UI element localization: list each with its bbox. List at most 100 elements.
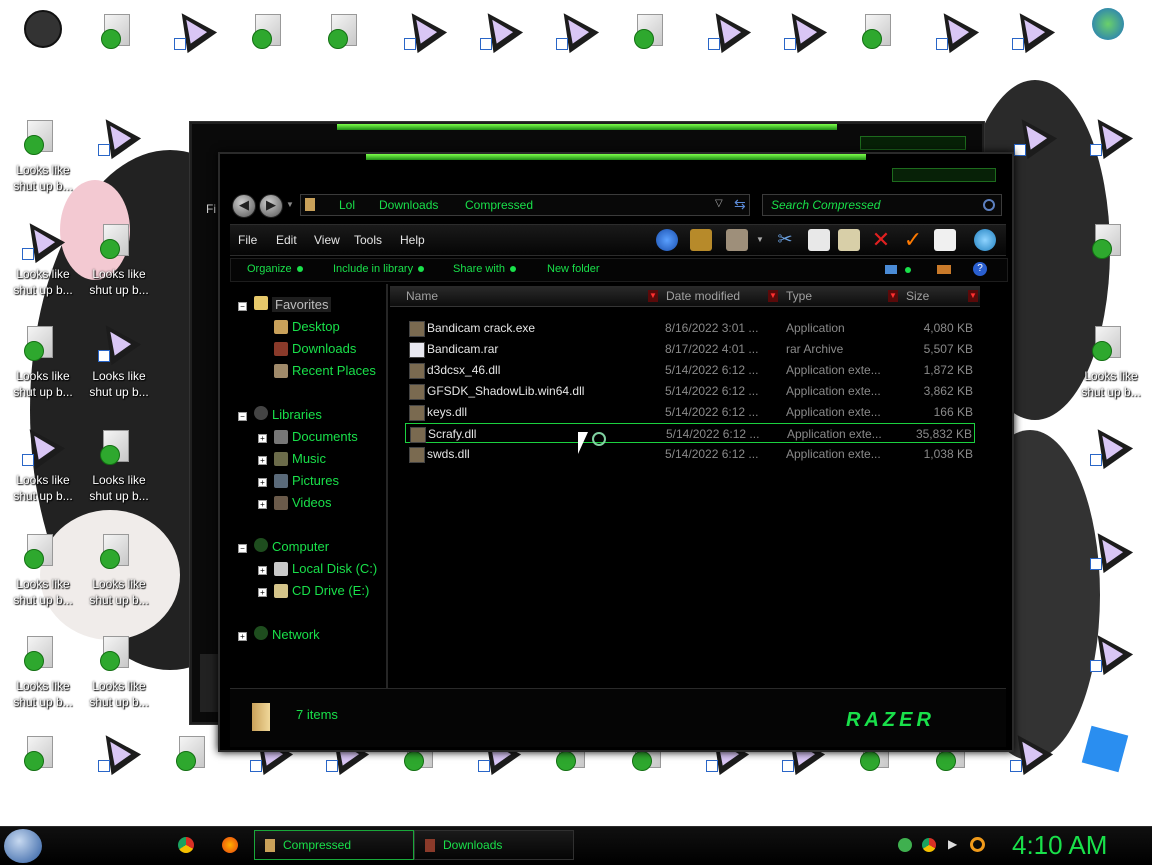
expand-music-icon[interactable]: + [258,456,267,465]
desktop-icon-arrow[interactable]: Looks like shut up b... [84,314,154,406]
back-window-menu[interactable]: Fi [206,202,216,216]
expand-documents-icon[interactable]: + [258,434,267,443]
expand-local-disk-icon[interactable]: + [258,566,267,575]
desktop-icon-arrow[interactable] [542,2,612,94]
desktop-icon-arrow[interactable] [160,2,230,94]
nav-computer[interactable]: Computer [272,539,329,554]
desktop-icon-doc[interactable]: Looks like shut up b... [1076,316,1146,406]
expand-network-icon[interactable]: + [238,632,247,641]
desktop-icon-arrow[interactable] [84,108,154,200]
properties-dropdown-icon[interactable]: ▼ [756,235,764,244]
desktop-icon-doc[interactable] [236,4,306,94]
share-with-button[interactable]: Share with [453,263,516,275]
forward-button[interactable]: ▶ [259,194,283,218]
nav-recent-places[interactable]: Recent Places [292,363,376,378]
chrome-icon[interactable] [178,837,194,853]
tray-search-icon[interactable] [970,837,985,852]
up-folder-icon[interactable] [656,229,678,251]
desktop-icon-doc[interactable]: Looks like shut up b... [84,626,154,716]
explorer-window[interactable]: ◀ ▶ ▼ Lol Downloads Compressed ▽ ⇆ Searc… [218,152,1014,752]
desktop-icon-arrow[interactable]: Looks like shut up b... [8,418,78,510]
column-name[interactable]: Name [406,289,438,303]
copy-icon[interactable] [808,229,830,251]
window-caption-controls[interactable] [860,136,966,150]
desktop-icon-doc[interactable]: Looks like shut up b... [8,110,78,200]
organize-button[interactable]: Organize [247,263,303,275]
nav-documents[interactable]: Documents [292,429,358,444]
email-icon[interactable] [934,229,956,251]
desktop-icon-doc[interactable]: Looks like shut up b... [8,626,78,716]
breadcrumb-compressed[interactable]: Compressed [465,198,533,212]
paste-icon[interactable] [838,229,860,251]
shell-icon[interactable] [974,229,996,251]
checkmark-icon[interactable]: ✓ [902,229,924,251]
search-input[interactable]: Search Compressed [762,194,1002,216]
desktop-icon-arrow[interactable] [84,724,154,816]
file-row[interactable]: keys.dll 5/14/2022 6:12 ... Application … [405,402,975,422]
desktop-icon-arrow[interactable] [998,2,1068,94]
breadcrumb-lol[interactable]: Lol [339,198,355,212]
menu-help[interactable]: Help [400,233,425,247]
desktop-icon-doc[interactable] [1076,214,1146,304]
refresh-icon[interactable]: ⇆ [734,196,746,213]
nav-videos[interactable]: Videos [292,495,332,510]
desktop-icon-arrow[interactable] [1076,418,1146,510]
desktop-icon-doc[interactable]: Looks like shut up b... [84,524,154,614]
cut-icon[interactable]: ✂ [774,229,796,251]
file-row[interactable]: GFSDK_ShadowLib.win64.dll 5/14/2022 6:12… [405,381,975,401]
desktop-icon-doc[interactable] [618,4,688,94]
column-type[interactable]: Type [786,289,812,303]
menu-file[interactable]: File [238,233,257,247]
expand-videos-icon[interactable]: + [258,500,267,509]
include-in-library-button[interactable]: Include in library [333,263,425,275]
desktop-icon-doc[interactable] [312,4,382,94]
desktop-icon-doc[interactable]: Looks like shut up b... [8,316,78,406]
nav-downloads[interactable]: Downloads [292,341,356,356]
column-size-dropdown-icon[interactable]: ▼ [968,290,978,302]
desktop-icon-arrow[interactable] [770,2,840,94]
preview-pane-icon[interactable] [937,265,951,274]
menu-edit[interactable]: Edit [276,233,297,247]
nav-desktop[interactable]: Desktop [292,319,340,334]
nav-music[interactable]: Music [292,451,326,466]
desktop-icon-arrow[interactable] [466,2,536,94]
tray-chrome-icon[interactable] [922,838,936,852]
new-folder-button[interactable]: New folder [547,263,600,275]
desktop-icon-roblox[interactable] [1076,725,1146,816]
clock[interactable]: 4:10 AM [1012,830,1107,861]
column-name-dropdown-icon[interactable]: ▼ [648,290,658,302]
desktop-icon-arrow[interactable] [1076,624,1146,716]
help-icon[interactable]: ? [973,262,987,276]
nav-favorites[interactable]: Favorites [272,297,332,312]
desktop-icon-doc[interactable]: Looks like shut up b... [84,214,154,304]
file-row-selected[interactable]: Scrafy.dll 5/14/2022 6:12 ... Applicatio… [405,423,975,443]
task-downloads[interactable]: Downloads [414,830,574,860]
start-button[interactable] [4,829,42,863]
nav-libraries[interactable]: Libraries [272,407,322,422]
tray-expand-icon[interactable]: ▶ [948,837,957,851]
column-date-modified[interactable]: Date modified [666,289,740,303]
properties-icon[interactable] [726,229,748,251]
breadcrumb-downloads[interactable]: Downloads [379,198,438,212]
expand-cd-drive-icon[interactable]: + [258,588,267,597]
desktop-icon-arrow[interactable] [922,2,992,94]
desktop-icon-doc[interactable]: Looks like shut up b... [8,524,78,614]
address-dropdown-icon[interactable]: ▽ [715,198,723,209]
folder-view-icon[interactable] [690,229,712,251]
collapse-libraries-icon[interactable]: − [238,412,247,421]
delete-icon[interactable]: ✕ [870,229,892,251]
nav-cd-drive[interactable]: CD Drive (E:) [292,583,369,598]
desktop-icon-arrow[interactable]: Looks like shut up b... [8,212,78,304]
desktop-icon-doc[interactable] [8,726,78,816]
column-date-dropdown-icon[interactable]: ▼ [768,290,778,302]
nav-pictures[interactable]: Pictures [292,473,339,488]
desktop-icon-arrow[interactable] [390,2,460,94]
desktop-icon-arrow[interactable] [1076,108,1146,200]
nav-local-disk[interactable]: Local Disk (C:) [292,561,377,576]
nav-network[interactable]: Network [272,627,320,642]
desktop-icon-globe[interactable] [8,4,78,94]
window-caption-controls[interactable] [892,168,996,182]
desktop-icon-doc[interactable] [85,4,155,94]
desktop-icon-doc[interactable] [846,4,916,94]
desktop-icon-arrow[interactable] [694,2,764,94]
